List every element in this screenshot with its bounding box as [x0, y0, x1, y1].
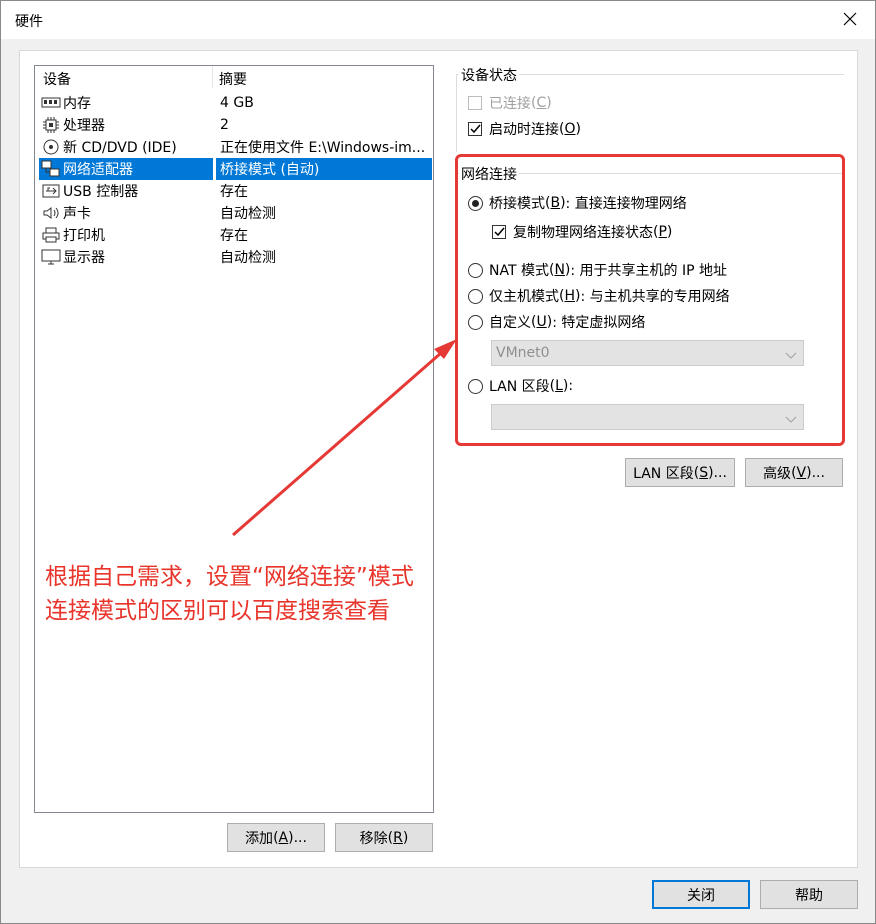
annotation-arrow: [232, 339, 457, 537]
annotation-line-2: 连接模式的区别可以百度搜索查看: [45, 598, 390, 624]
hardware-dialog: 硬件 设备 摘要 内存 4 GB 处理器 2 新 CD/DVD (IDE) 正在…: [0, 0, 876, 924]
annotation-line-1: 根据自己需求，设置“网络连接”模式: [45, 564, 414, 590]
